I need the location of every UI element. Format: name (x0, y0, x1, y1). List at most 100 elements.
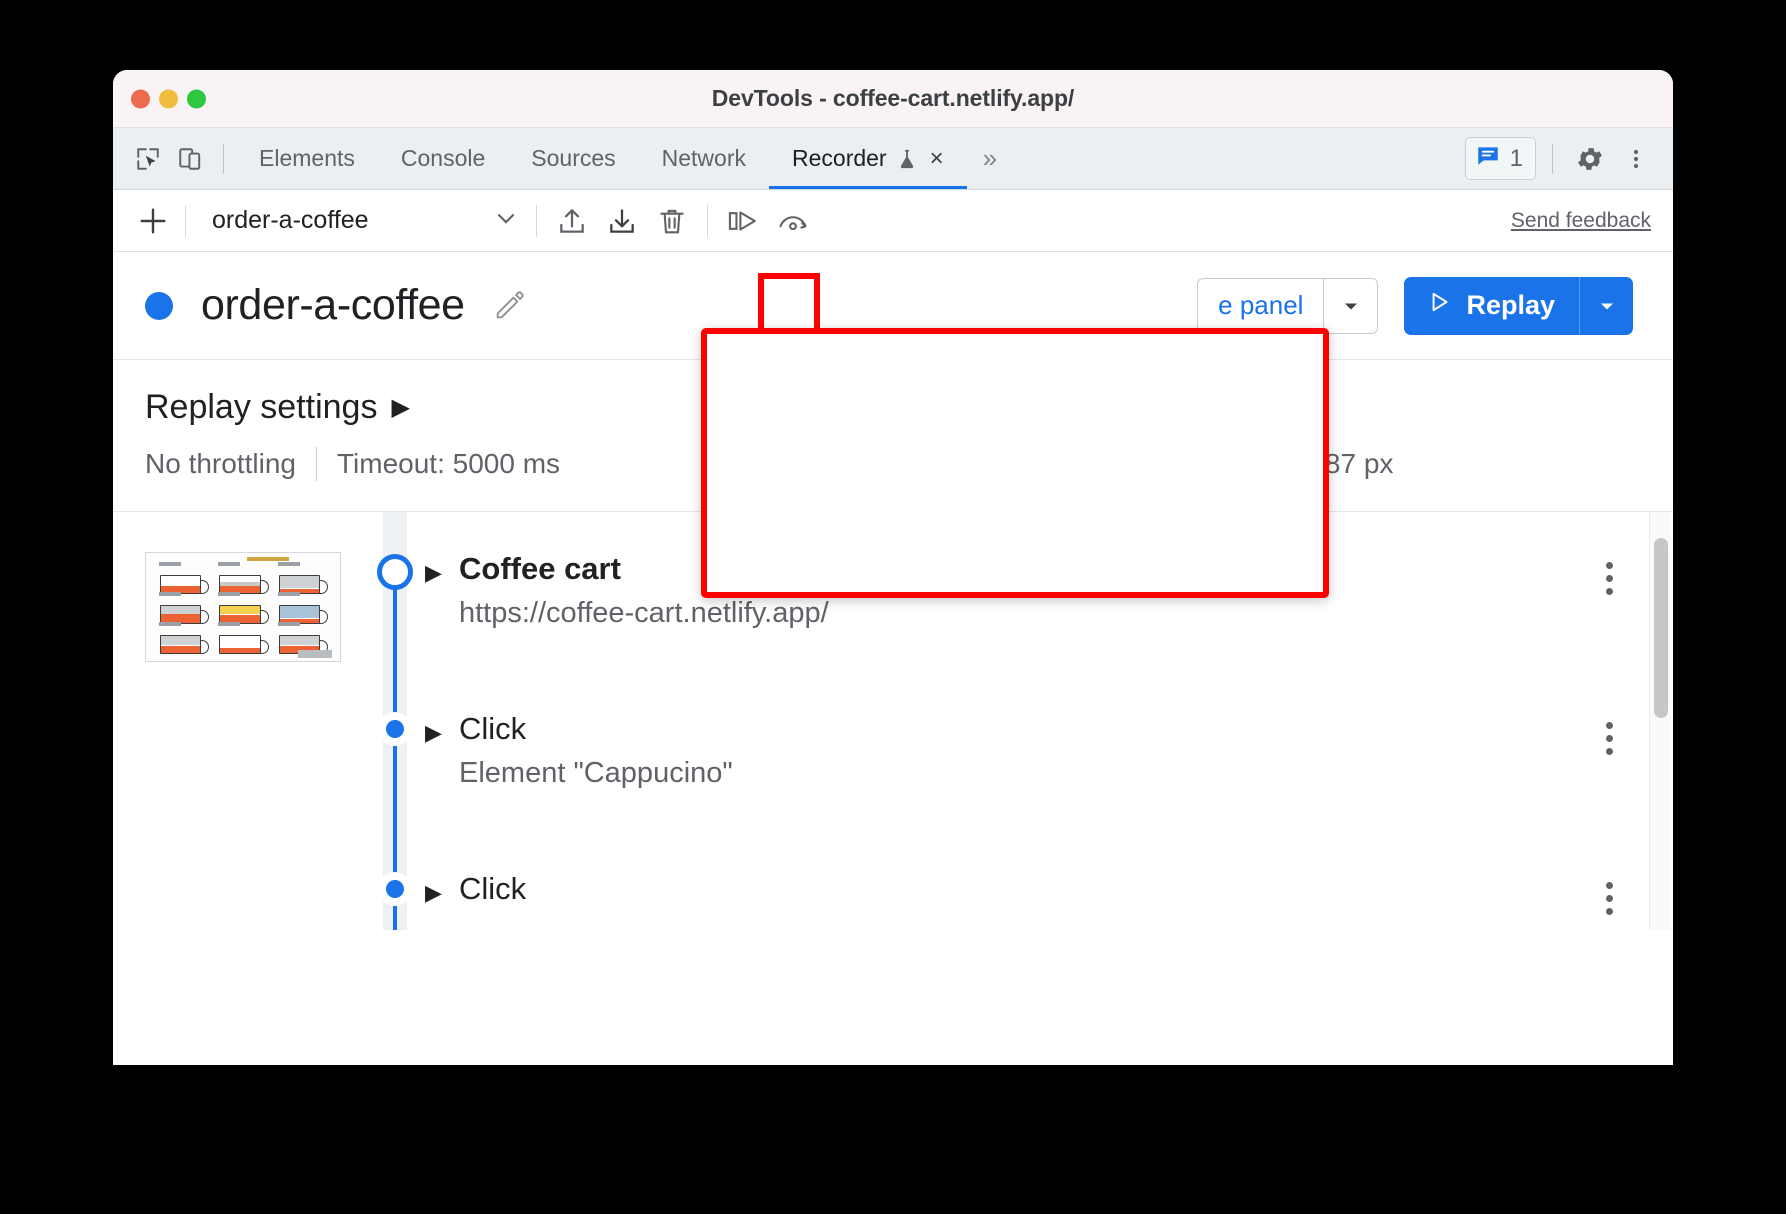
create-recording-button[interactable] (131, 199, 175, 243)
window-titlebar: DevTools - coffee-cart.netlify.app/ (113, 70, 1673, 128)
tab-elements-label: Elements (259, 145, 355, 171)
rail-line (393, 572, 397, 712)
recorder-toolbar: order-a-coffee Send feedback (113, 190, 1673, 252)
tab-sources[interactable]: Sources (508, 128, 638, 189)
step-timeline-rail (365, 692, 425, 872)
step-menu-button[interactable] (1589, 868, 1629, 930)
devtools-window: DevTools - coffee-cart.netlify.app/ Elem… (113, 70, 1673, 1065)
export-json-menu-item[interactable]: Export as a JSON file (714, 347, 1312, 412)
kebab-menu-icon (1633, 149, 1639, 168)
thumbnail-topbar (246, 557, 289, 561)
step-expand-caret[interactable]: ▶ (425, 548, 459, 702)
replay-button-label: Replay (1466, 290, 1555, 320)
issues-button[interactable]: 1 (1464, 137, 1536, 180)
step-subtitle: Element "Cappucino" (459, 756, 733, 789)
replay-speed-icon (779, 215, 807, 230)
steps-scrollbar[interactable] (1649, 512, 1671, 930)
step-texts: Coffee cart https://coffee-cart.netlify.… (459, 548, 829, 702)
devtools-tabstrip: Elements Console Sources Network Recorde… (113, 128, 1673, 190)
replay-speed-button[interactable] (768, 198, 818, 244)
step-marker-start[interactable] (377, 554, 413, 590)
delete-recording-button[interactable] (647, 198, 697, 244)
inspect-element-button[interactable] (127, 138, 169, 180)
recording-selector[interactable]: order-a-coffee (196, 204, 526, 237)
close-window-button[interactable] (131, 89, 150, 108)
recording-header-actions: e panel Replay (1197, 276, 1633, 335)
tab-sources-label: Sources (531, 145, 616, 171)
step-thumbnail-column (113, 862, 365, 930)
toolbar-divider-2 (536, 204, 537, 237)
recording-title: order-a-coffee (201, 281, 465, 329)
settings-button[interactable] (1569, 138, 1611, 180)
step-expand-caret[interactable]: ▶ (425, 868, 459, 930)
summary-divider (315, 447, 317, 481)
pencil-edit-icon (496, 290, 524, 318)
step-timeline-rail (365, 852, 425, 930)
chevron-down-icon (1344, 303, 1357, 309)
replay-button-content: Replay (1404, 277, 1579, 335)
replay-settings-title: Replay settings (145, 388, 378, 426)
play-triangle-icon (1426, 289, 1452, 322)
tabstrip-actions: 1 (1464, 137, 1657, 180)
step-menu-button[interactable] (1589, 708, 1629, 862)
tab-recorder[interactable]: Recorder × (769, 128, 967, 189)
minimize-window-button[interactable] (159, 89, 178, 108)
tab-console-label: Console (400, 145, 486, 171)
traffic-lights (131, 89, 206, 108)
issues-message-icon (1475, 143, 1501, 174)
export-menu: Export as a JSON file Export as a @puppe… (713, 336, 1313, 565)
step-body: ▶ Click Element "Cappucino" (425, 702, 1629, 862)
step-texts: Click Element "Cappucino" (459, 708, 733, 862)
zoom-window-button[interactable] (187, 89, 206, 108)
inspect-element-icon (137, 147, 159, 170)
more-tabs-button[interactable]: » (967, 143, 1013, 174)
issues-count: 1 (1509, 144, 1523, 172)
step-row[interactable]: ▶ Click (113, 852, 1673, 930)
devtools-more-options-button[interactable] (1615, 138, 1657, 180)
step-row[interactable]: ▶ Coffee cart https://coffee-cart.netlif… (113, 512, 1673, 712)
edit-recording-name-button[interactable] (487, 284, 531, 328)
step-expand-caret[interactable]: ▶ (425, 708, 459, 862)
import-upload-icon (560, 208, 584, 233)
scrollbar-thumb[interactable] (1654, 538, 1668, 718)
step-row[interactable]: ▶ Click Element "Cappucino" (113, 692, 1673, 872)
replay-options-button[interactable] (1579, 276, 1633, 335)
tab-network[interactable]: Network (639, 128, 769, 189)
show-code-panel-button[interactable]: e panel (1197, 277, 1379, 334)
tab-recorder-label: Recorder (792, 145, 887, 171)
chevron-down-icon (492, 204, 526, 237)
window-title: DevTools - coffee-cart.netlify.app/ (711, 85, 1075, 111)
coffee-cup-thumb (156, 622, 211, 655)
thumbnail-coffee-grid (156, 562, 330, 655)
throttling-value: No throttling (145, 448, 296, 479)
tab-console[interactable]: Console (378, 128, 508, 189)
step-marker[interactable] (378, 712, 412, 746)
steps-list: ▶ Coffee cart https://coffee-cart.netlif… (113, 512, 1673, 930)
recording-selector-value: order-a-coffee (212, 206, 369, 234)
step-over-button[interactable] (718, 198, 768, 244)
timeout-value: Timeout: 5000 ms (336, 448, 561, 479)
tab-elements[interactable]: Elements (236, 128, 378, 189)
plus-icon (140, 207, 166, 234)
step-body: ▶ Coffee cart https://coffee-cart.netlif… (425, 542, 1629, 702)
export-puppeteer-replay-menu-item[interactable]: Export as a @puppeteer/replay script (714, 412, 1312, 477)
show-code-panel-arrow-button[interactable] (1323, 278, 1377, 333)
replay-button[interactable]: Replay (1404, 276, 1633, 335)
tabstrip-divider (223, 143, 224, 174)
export-puppeteer-menu-item[interactable]: Export as a Puppeteer script (714, 477, 1312, 542)
step-timeline-rail (365, 512, 425, 712)
step-over-icon (728, 210, 756, 231)
step-marker[interactable] (378, 872, 412, 906)
show-code-panel-label: e panel (1218, 290, 1304, 320)
tab-network-label: Network (661, 145, 746, 171)
expand-triangle-icon: ▶ (391, 394, 410, 421)
device-toolbar-button[interactable] (169, 138, 211, 180)
step-menu-button[interactable] (1589, 548, 1629, 702)
page-screenshot-thumbnail (145, 552, 341, 662)
send-feedback-link[interactable]: Send feedback (1511, 209, 1651, 233)
close-recorder-tab-button[interactable]: × (930, 146, 944, 171)
step-subtitle: https://coffee-cart.netlify.app/ (459, 596, 829, 629)
export-recording-button[interactable] (597, 198, 647, 244)
toolbar-divider-1 (185, 204, 186, 237)
import-recording-button[interactable] (547, 198, 597, 244)
